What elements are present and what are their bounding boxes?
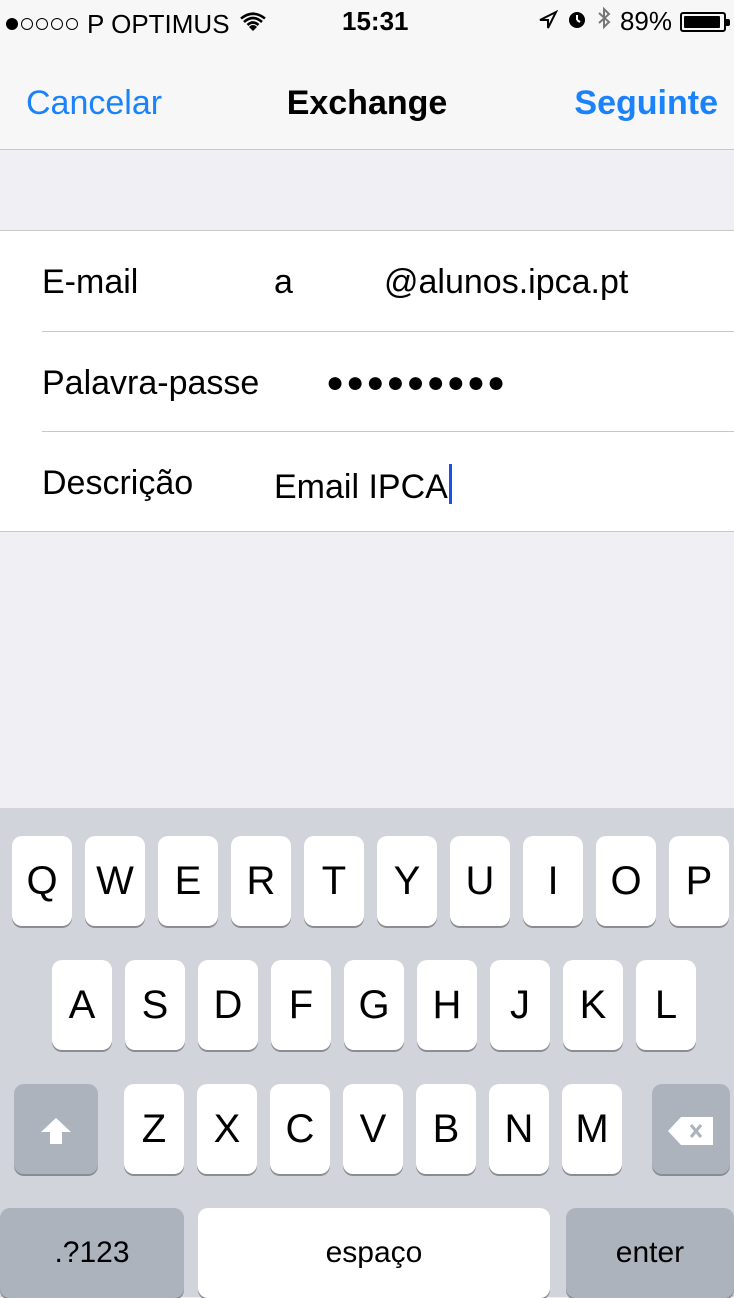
key-l[interactable]: L — [636, 960, 696, 1050]
signal-dot-icon — [51, 17, 63, 30]
bluetooth-icon — [596, 6, 612, 37]
key-u[interactable]: U — [450, 836, 510, 926]
battery-percent: 89% — [619, 6, 672, 36]
description-value: Email IPCA — [274, 468, 448, 506]
shift-key[interactable] — [14, 1084, 98, 1174]
description-label: Descrição — [42, 464, 194, 502]
shift-arrow-icon — [39, 1107, 73, 1151]
key-k[interactable]: K — [563, 960, 623, 1050]
key-d[interactable]: D — [198, 960, 258, 1050]
keyboard: QWERTYUIOP ASDFGHJKL ZXCVBNM .?123 espaç… — [0, 808, 734, 1298]
alarm-icon — [566, 6, 588, 37]
key-z[interactable]: Z — [124, 1084, 184, 1174]
email-row[interactable]: E-mail a @alunos.ipca.pt — [42, 231, 734, 331]
next-button[interactable]: Seguinte — [574, 84, 718, 123]
key-i[interactable]: I — [523, 836, 583, 926]
text-caret — [448, 464, 452, 504]
numbers-key[interactable]: .?123 — [0, 1208, 184, 1298]
location-icon — [538, 6, 559, 37]
key-c[interactable]: C — [270, 1084, 330, 1174]
key-j[interactable]: J — [490, 960, 550, 1050]
key-s[interactable]: S — [125, 960, 185, 1050]
key-v[interactable]: V — [343, 1084, 403, 1174]
key-g[interactable]: G — [344, 960, 404, 1050]
password-row[interactable]: Palavra-passe ●●●●●●●●● — [42, 331, 734, 432]
key-b[interactable]: B — [416, 1084, 476, 1174]
battery-icon — [680, 11, 730, 32]
account-form: E-mail a @alunos.ipca.pt Palavra-passe ●… — [0, 230, 734, 532]
key-p[interactable]: P — [669, 836, 729, 926]
status-bar: P OPTIMUS 15:31 89% — [0, 0, 734, 40]
navigation-bar: Cancelar Exchange Seguinte — [0, 40, 734, 150]
signal-dot-icon — [66, 17, 78, 30]
password-field[interactable]: ●●●●●●●●● — [326, 366, 507, 400]
signal-dot-icon — [36, 17, 48, 30]
backspace-icon — [667, 1107, 715, 1151]
enter-key[interactable]: enter — [566, 1208, 734, 1298]
key-w[interactable]: W — [85, 836, 145, 926]
key-x[interactable]: X — [197, 1084, 257, 1174]
key-o[interactable]: O — [596, 836, 656, 926]
key-m[interactable]: M — [562, 1084, 622, 1174]
key-q[interactable]: Q — [12, 836, 72, 926]
key-n[interactable]: N — [489, 1084, 549, 1174]
email-domain: @alunos.ipca.pt — [384, 263, 629, 301]
key-t[interactable]: T — [304, 836, 364, 926]
signal-dot-icon — [21, 17, 33, 30]
key-e[interactable]: E — [158, 836, 218, 926]
wifi-icon — [239, 8, 266, 39]
description-field[interactable]: Email IPCA — [274, 464, 452, 507]
key-f[interactable]: F — [271, 960, 331, 1050]
description-row[interactable]: Descrição Email IPCA — [42, 431, 734, 532]
battery-fill — [684, 15, 720, 28]
key-h[interactable]: H — [417, 960, 477, 1050]
key-y[interactable]: Y — [377, 836, 437, 926]
backspace-key[interactable] — [652, 1084, 730, 1174]
key-a[interactable]: A — [52, 960, 112, 1050]
email-label: E-mail — [42, 263, 139, 301]
clock: 15:31 — [342, 6, 409, 36]
signal-dot-icon — [6, 17, 18, 30]
key-r[interactable]: R — [231, 836, 291, 926]
password-label: Palavra-passe — [42, 364, 260, 402]
email-field[interactable]: a — [274, 263, 293, 302]
signal-strength: P OPTIMUS — [6, 8, 266, 39]
carrier-name: P OPTIMUS — [87, 8, 230, 39]
space-key[interactable]: espaço — [198, 1208, 550, 1298]
